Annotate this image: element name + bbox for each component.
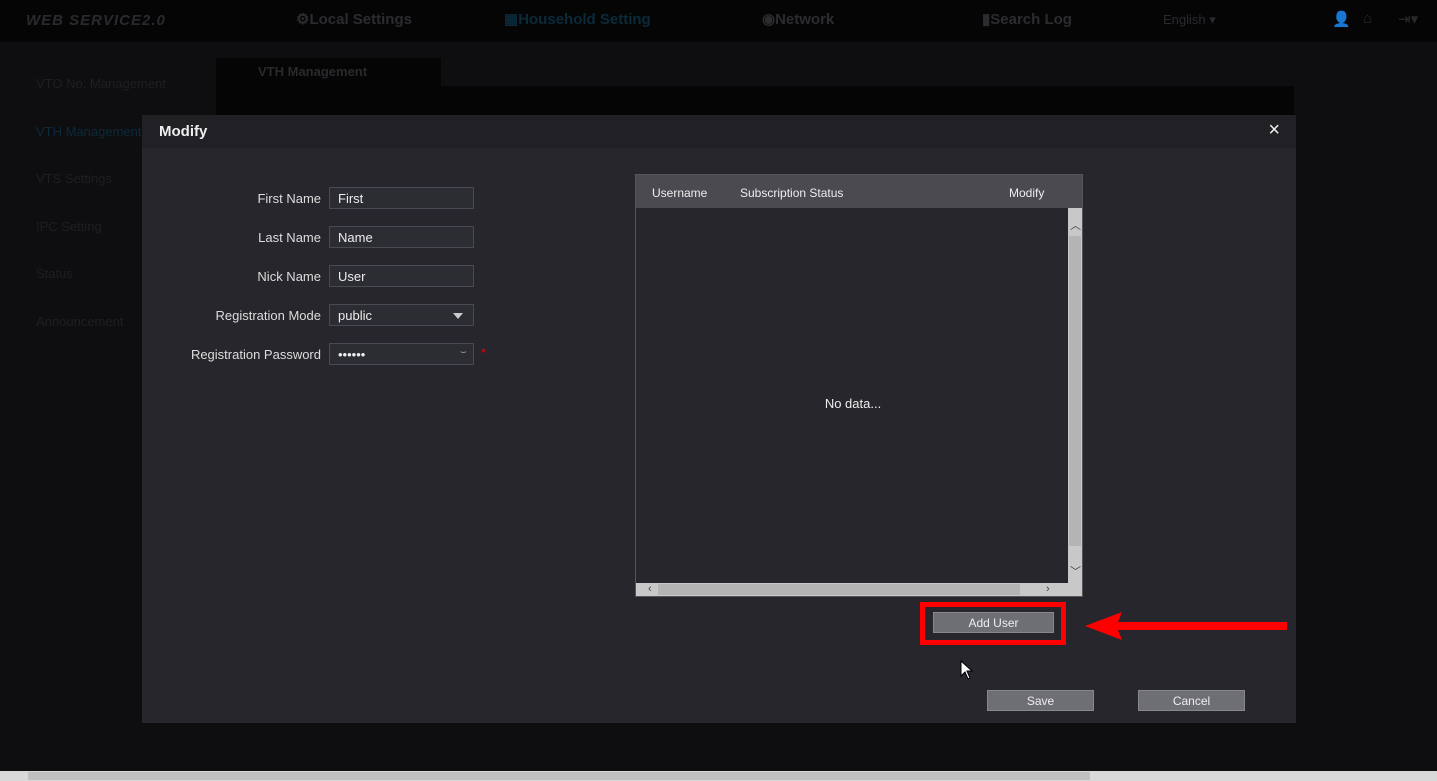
nav-network[interactable]: ◉Network bbox=[762, 10, 834, 28]
nav-local-settings[interactable]: ⚙Local Settings bbox=[296, 10, 412, 28]
scroll-thumb[interactable] bbox=[658, 584, 1020, 595]
top-bar: WEB SERVICE2.0 ⚙Local Settings ▦Househol… bbox=[0, 0, 1437, 42]
home-icon[interactable]: ⌂ bbox=[1363, 10, 1372, 27]
registration-password-label: Registration Password bbox=[190, 347, 321, 362]
registration-mode-select[interactable]: public bbox=[329, 304, 474, 326]
scroll-thumb[interactable] bbox=[1069, 236, 1081, 546]
first-name-label: First Name bbox=[257, 191, 321, 206]
sidebar-item-vth-management[interactable]: VTH Management bbox=[36, 124, 142, 139]
logo: WEB SERVICE2.0 bbox=[26, 12, 166, 29]
sidebar-item-ipc-setting[interactable]: IPC Setting bbox=[36, 219, 102, 234]
dialog-title: Modify bbox=[159, 123, 208, 140]
tab-vth-management[interactable]: VTH Management bbox=[216, 58, 441, 86]
nav-household-setting[interactable]: ▦Household Setting bbox=[504, 10, 651, 28]
close-icon[interactable]: × bbox=[1268, 119, 1280, 142]
sidebar-item-status[interactable]: Status bbox=[36, 266, 73, 281]
sidebar-item-announcement[interactable]: Announcement bbox=[36, 314, 123, 329]
horizontal-scrollbar[interactable]: ‹ › bbox=[636, 583, 1082, 596]
column-username: Username bbox=[652, 186, 708, 200]
column-subscription-status: Subscription Status bbox=[740, 186, 844, 200]
chevron-down-icon bbox=[453, 313, 463, 319]
language-select[interactable]: English ▾ bbox=[1163, 12, 1216, 28]
user-table: Username Subscription Status Modify No d… bbox=[635, 174, 1083, 597]
first-name-input[interactable]: First bbox=[329, 187, 474, 209]
scroll-thumb[interactable] bbox=[28, 772, 1090, 780]
globe-icon: ◉ bbox=[762, 11, 776, 28]
nav-search-log[interactable]: ▮Search Log bbox=[982, 10, 1072, 28]
last-name-label: Last Name bbox=[258, 230, 321, 245]
dialog-header: Modify × bbox=[142, 115, 1296, 148]
chevron-down-icon[interactable]: ﹀ bbox=[1070, 566, 1081, 579]
save-button[interactable]: Save bbox=[987, 690, 1094, 711]
mouse-cursor-icon bbox=[960, 660, 974, 680]
table-header: Username Subscription Status Modify bbox=[636, 175, 1082, 208]
gear-icon: ⚙ bbox=[296, 11, 310, 28]
nick-name-label: Nick Name bbox=[257, 269, 321, 284]
chevron-right-icon[interactable]: › bbox=[1046, 583, 1050, 596]
sidebar-item-vto-no-management[interactable]: VTO No. Management bbox=[36, 76, 166, 91]
add-user-button[interactable]: Add User bbox=[933, 612, 1054, 633]
chevron-left-icon[interactable]: ‹ bbox=[648, 583, 652, 596]
empty-message: No data... bbox=[824, 396, 882, 411]
background-panel bbox=[216, 86, 1294, 116]
sidebar-item-vts-settings[interactable]: VTS Settings bbox=[36, 171, 112, 186]
red-arrow-icon bbox=[1085, 612, 1287, 640]
column-modify: Modify bbox=[1009, 186, 1045, 200]
building-icon: ▦ bbox=[504, 11, 519, 28]
nick-name-input[interactable]: User bbox=[329, 265, 474, 287]
vertical-scrollbar[interactable]: ︿ ﹀ bbox=[1068, 208, 1082, 585]
registration-mode-label: Registration Mode bbox=[215, 308, 322, 323]
user-icon[interactable]: 👤 bbox=[1332, 10, 1351, 28]
chevron-up-icon[interactable]: ︿ bbox=[1070, 220, 1081, 233]
cancel-button[interactable]: Cancel bbox=[1138, 690, 1245, 711]
required-marker: * bbox=[481, 345, 487, 360]
registration-password-input[interactable]: •••••• ⌣ bbox=[329, 343, 474, 365]
logout-icon[interactable]: ⇥▾ bbox=[1398, 10, 1418, 28]
last-name-input[interactable]: Name bbox=[329, 226, 474, 248]
page-horizontal-scrollbar[interactable] bbox=[0, 771, 1437, 781]
eye-closed-icon[interactable]: ⌣ bbox=[460, 346, 467, 359]
